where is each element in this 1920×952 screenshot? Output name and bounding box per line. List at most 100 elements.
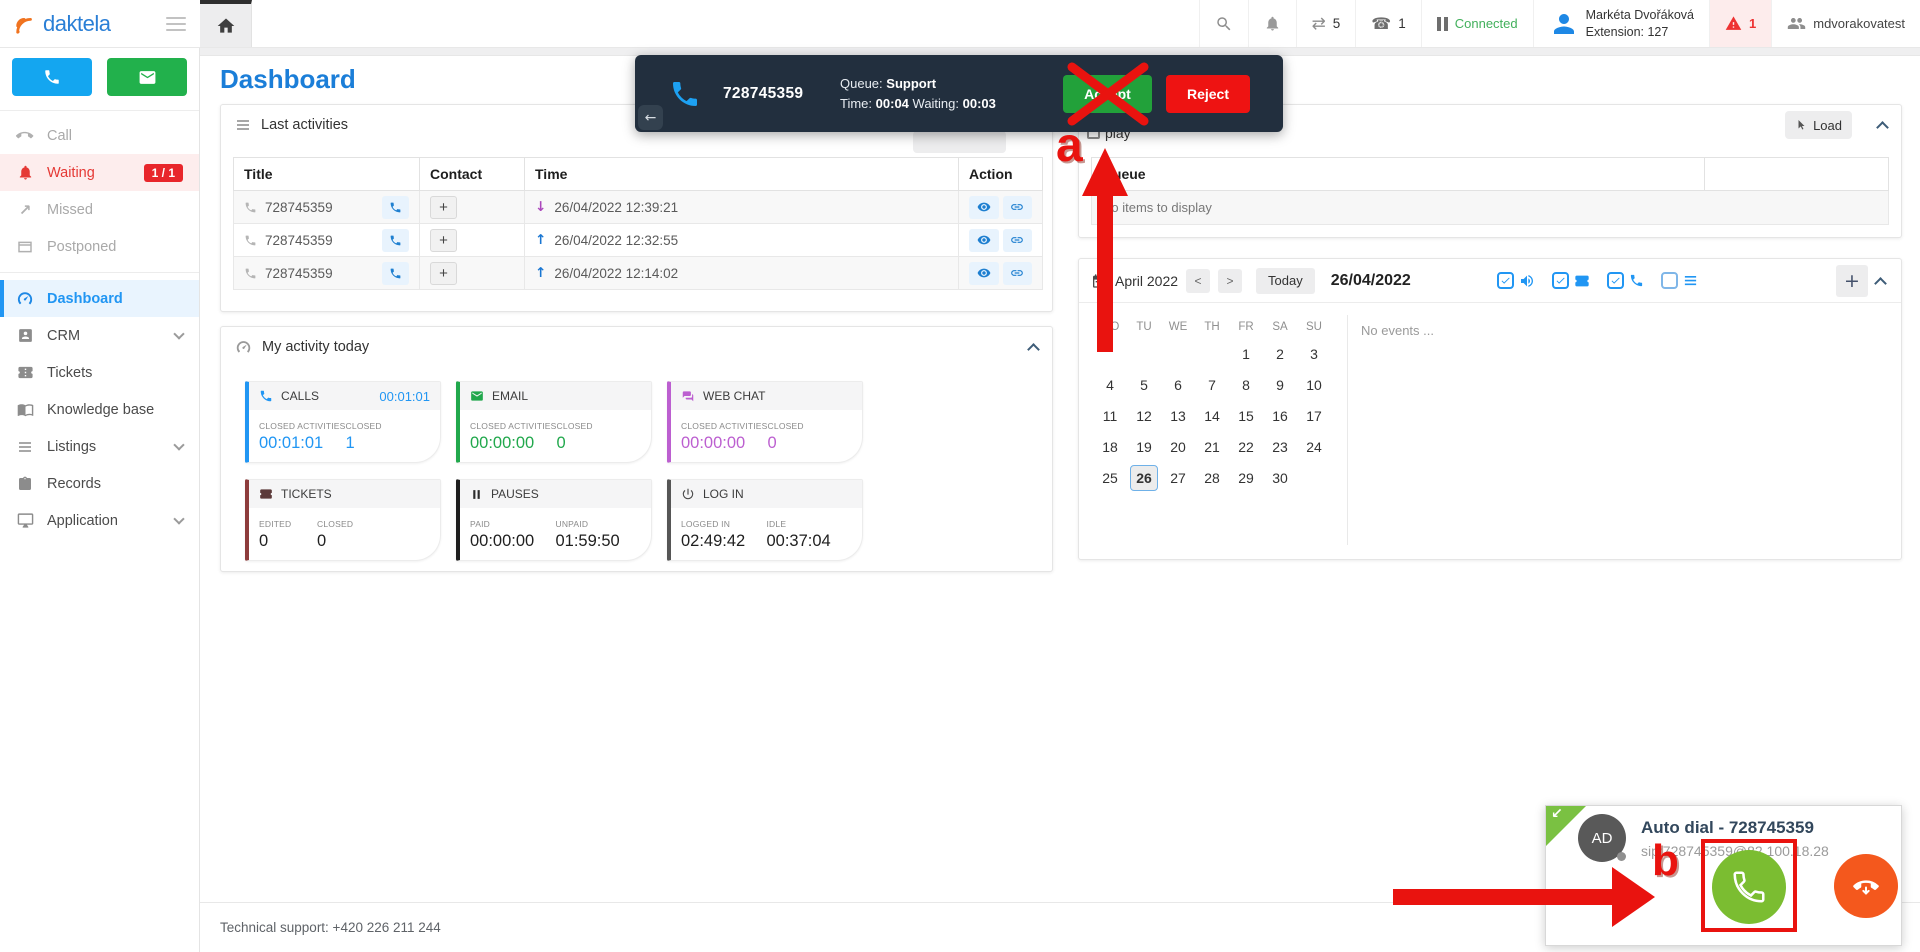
new-call-button[interactable]	[12, 58, 92, 96]
collapse-icon[interactable]	[1876, 121, 1889, 134]
hang-up-button[interactable]	[1834, 854, 1898, 918]
sidebar-item-tickets[interactable]: Tickets	[0, 354, 199, 391]
calendar-day[interactable]: 18	[1093, 432, 1127, 463]
calendar-day[interactable]: 4	[1093, 370, 1127, 401]
add-event-button[interactable]: +	[1836, 265, 1868, 297]
filter-calls[interactable]	[1607, 272, 1644, 289]
minimize-arrow-icon[interactable]: ↙	[1551, 806, 1563, 822]
calendar-day[interactable]: 24	[1297, 432, 1331, 463]
checkbox-unchecked[interactable]	[1661, 272, 1678, 289]
calendar-day[interactable]: 3	[1297, 339, 1331, 370]
search-button[interactable]	[1199, 0, 1248, 47]
calendar-day[interactable]: 7	[1195, 370, 1229, 401]
view-button[interactable]	[969, 262, 999, 285]
calendar-day[interactable]: 8	[1229, 370, 1263, 401]
calendar-day[interactable]: 20	[1161, 432, 1195, 463]
new-email-button[interactable]	[107, 58, 187, 96]
calendar-day[interactable]: 30	[1263, 463, 1297, 494]
sidebar-item-application[interactable]: Application	[0, 502, 199, 539]
sidebar-item-missed[interactable]: ↗ Missed	[0, 191, 199, 228]
alerts-button[interactable]: 1	[1709, 0, 1771, 47]
calendar-day[interactable]: 22	[1229, 432, 1263, 463]
view-button[interactable]	[969, 229, 999, 252]
link-button[interactable]	[1003, 196, 1033, 219]
calls-button[interactable]: ☎ 1	[1355, 0, 1420, 47]
calendar-day[interactable]: 1	[1229, 339, 1263, 370]
calendar-day[interactable]: 16	[1263, 401, 1297, 432]
hidden-load-button[interactable]	[913, 131, 1006, 153]
sidebar-item-crm[interactable]: CRM	[0, 317, 199, 354]
sidebar-item-records[interactable]: Records	[0, 465, 199, 502]
activity-title[interactable]: 728745359	[265, 266, 333, 281]
status-button[interactable]: Connected	[1421, 0, 1533, 47]
column-header[interactable]: Title	[234, 158, 420, 191]
back-button[interactable]: ←	[638, 105, 663, 130]
column-header[interactable]: Queue	[1092, 158, 1705, 190]
activity-title[interactable]: 728745359	[265, 200, 333, 215]
sidebar-item-postponed[interactable]: Postponed	[0, 228, 199, 265]
call-back-button[interactable]	[382, 229, 409, 252]
transfers-button[interactable]: ⇄ 5	[1296, 0, 1356, 47]
add-contact-button[interactable]: +	[430, 196, 457, 219]
calendar-day[interactable]: 26	[1127, 463, 1161, 494]
calendar-day[interactable]: 17	[1297, 401, 1331, 432]
link-button[interactable]	[1003, 262, 1033, 285]
column-header[interactable]: Contact	[420, 158, 525, 191]
filter-tickets[interactable]	[1552, 272, 1590, 289]
calendar-day[interactable]: 12	[1127, 401, 1161, 432]
calendar-day[interactable]: 27	[1161, 463, 1195, 494]
collapse-icon[interactable]	[1027, 343, 1040, 356]
column-header[interactable]: Time	[525, 158, 959, 191]
calendar-day[interactable]: 6	[1161, 370, 1195, 401]
account-name: mdvorakovatest	[1813, 16, 1905, 31]
view-button[interactable]	[969, 196, 999, 219]
calendar-day[interactable]: 28	[1195, 463, 1229, 494]
checkbox-checked[interactable]	[1497, 272, 1514, 289]
sidebar-item-dashboard[interactable]: Dashboard	[0, 280, 199, 317]
calendar-day[interactable]: 13	[1161, 401, 1195, 432]
checkbox-checked[interactable]	[1552, 272, 1569, 289]
reject-button[interactable]: Reject	[1166, 75, 1250, 113]
sidebar-toggle-icon[interactable]	[166, 17, 186, 31]
activity-title[interactable]: 728745359	[265, 233, 333, 248]
calendar-day[interactable]: 25	[1093, 463, 1127, 494]
user-menu[interactable]: Markéta Dvořáková Extension: 127	[1533, 0, 1709, 47]
calendar-day[interactable]: 21	[1195, 432, 1229, 463]
add-contact-button[interactable]: +	[430, 229, 457, 252]
calendar-day-selected[interactable]: 26	[1130, 465, 1158, 491]
calendar-day[interactable]: 15	[1229, 401, 1263, 432]
filter-announcements[interactable]	[1497, 272, 1535, 289]
sidebar-item-waiting[interactable]: Waiting 1 / 1	[0, 154, 199, 191]
sidebar-item-knowledge-base[interactable]: Knowledge base	[0, 391, 199, 428]
calendar-day[interactable]: 14	[1195, 401, 1229, 432]
account-menu[interactable]: mdvorakovatest	[1771, 0, 1920, 47]
calendar-day[interactable]: 19	[1127, 432, 1161, 463]
sidebar-item-listings[interactable]: Listings	[0, 428, 199, 465]
collapse-icon[interactable]	[1874, 277, 1887, 290]
link-button[interactable]	[1003, 229, 1033, 252]
calendar-day[interactable]: 2	[1263, 339, 1297, 370]
tab-home[interactable]	[200, 0, 252, 47]
column-header[interactable]: Action	[959, 158, 1043, 191]
accept-button[interactable]: Accept	[1063, 75, 1152, 113]
calendar-day[interactable]: 5	[1127, 370, 1161, 401]
today-button[interactable]: Today	[1256, 268, 1315, 294]
add-contact-button[interactable]: +	[430, 262, 457, 285]
prev-month-button[interactable]: <	[1186, 269, 1210, 293]
calendar-day[interactable]: 23	[1263, 432, 1297, 463]
call-back-button[interactable]	[382, 196, 409, 219]
answer-call-button[interactable]	[1712, 850, 1786, 924]
next-month-button[interactable]: >	[1218, 269, 1242, 293]
call-back-button[interactable]	[382, 262, 409, 285]
sidebar-item-call[interactable]: Call	[0, 117, 199, 154]
notifications-button[interactable]	[1248, 0, 1296, 47]
load-button[interactable]: Load	[1785, 111, 1852, 139]
sidebar-item-label: Dashboard	[47, 291, 123, 307]
checkbox-checked[interactable]	[1607, 272, 1624, 289]
calendar-day[interactable]: 11	[1093, 401, 1127, 432]
filter-other[interactable]	[1661, 272, 1698, 289]
calendar-month-label: April 2022	[1115, 273, 1178, 289]
calendar-day[interactable]: 9	[1263, 370, 1297, 401]
calendar-day[interactable]: 10	[1297, 370, 1331, 401]
calendar-day[interactable]: 29	[1229, 463, 1263, 494]
